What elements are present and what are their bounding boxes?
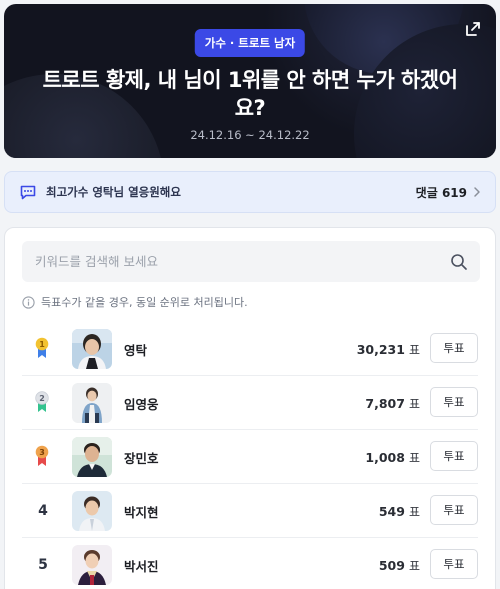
avatar: [72, 329, 112, 369]
rank-number: 5: [38, 557, 48, 573]
comment-label: 댓글: [415, 185, 438, 200]
vote-unit: 표: [408, 342, 420, 357]
singer-name: 박지현: [124, 504, 159, 520]
vote-button[interactable]: 투표: [430, 441, 478, 471]
vote-unit: 표: [408, 504, 420, 519]
search-icon[interactable]: [450, 253, 468, 271]
notice-text: 득표수가 같을 경우, 동일 순위로 처리됩니다.: [41, 296, 248, 309]
vote-unit: 표: [408, 396, 420, 411]
avatar: [72, 383, 112, 423]
vote-unit: 표: [408, 450, 420, 465]
vote-unit: 표: [408, 558, 420, 573]
vote-period: 24.12.16 ~ 24.12.22: [190, 128, 310, 142]
vote-count: 1,008: [365, 449, 405, 465]
rank-number: 4: [38, 503, 48, 519]
singer-name: 장민호: [124, 450, 159, 466]
gold-medal-icon: 1: [35, 337, 49, 358]
vote-total: 509 표: [379, 538, 420, 589]
category-badge: 가수 · 트로트 남자: [194, 29, 306, 57]
vote-total: 7,807 표: [365, 376, 420, 430]
silver-medal-icon: 2: [35, 391, 49, 412]
avatar: [72, 545, 112, 585]
vote-total: 1,008 표: [365, 430, 420, 484]
search-input[interactable]: [35, 254, 450, 269]
avatar: [72, 491, 112, 531]
singer-name: 박서진: [124, 558, 159, 574]
singer-name: 임영웅: [124, 396, 159, 412]
singer-name: 영탁: [124, 342, 148, 358]
info-icon: [22, 295, 35, 309]
comment-preview: 최고가수 영탁님 열응원해요: [46, 185, 181, 199]
medal-rank: 1: [39, 340, 45, 349]
vote-count: 7,807: [365, 395, 405, 411]
vote-button[interactable]: 투표: [430, 333, 478, 363]
vote-total: 549 표: [379, 484, 420, 538]
vote-banner: 가수 · 트로트 남자 트로트 황제, 내 님이 1위를 안 하면 누가 하겠어…: [4, 4, 496, 158]
vote-title: 트로트 황제, 내 님이 1위를 안 하면 누가 하겠어요?: [42, 68, 458, 120]
search-bar: [22, 241, 480, 282]
ranking-row: 1 영탁 30,231 표 투표: [22, 322, 478, 376]
vote-button[interactable]: 투표: [430, 387, 478, 417]
comment-count-label: 댓글 619: [416, 184, 467, 201]
avatar: [72, 437, 112, 477]
bronze-medal-icon: 3: [35, 445, 49, 466]
ranking-card: 득표수가 같을 경우, 동일 순위로 처리됩니다. 1 영탁: [4, 227, 496, 589]
vote-count: 30,231: [356, 341, 405, 357]
vote-button[interactable]: 투표: [430, 495, 478, 525]
ranking-row: 5 박서진 509 표 투표: [22, 538, 478, 589]
vote-count: 509: [378, 557, 405, 573]
vote-total: 30,231 표: [357, 322, 420, 376]
vote-button[interactable]: 투표: [430, 549, 478, 579]
ranking-row: 3 장민호 1,008 표 투표: [22, 430, 478, 484]
ranking-row: 2 임영웅 7,807 표 투표: [22, 376, 478, 430]
tie-notice: 득표수가 같을 경우, 동일 순위로 처리됩니다.: [22, 294, 248, 310]
ranking-list: 1 영탁 30,231 표 투표 2 임영웅 7,807 표 투표 3 장민호 …: [5, 322, 495, 589]
medal-rank: 2: [39, 394, 45, 403]
chevron-right-icon: [474, 187, 480, 197]
comment-count: 619: [441, 185, 467, 200]
ranking-row: 4 박지현 549 표 투표: [22, 484, 478, 538]
vote-count: 549: [378, 503, 405, 519]
chat-icon: [20, 185, 36, 200]
comment-bar[interactable]: 최고가수 영탁님 열응원해요 댓글 619: [4, 171, 496, 213]
medal-rank: 3: [39, 448, 45, 457]
share-icon[interactable]: [464, 20, 482, 38]
